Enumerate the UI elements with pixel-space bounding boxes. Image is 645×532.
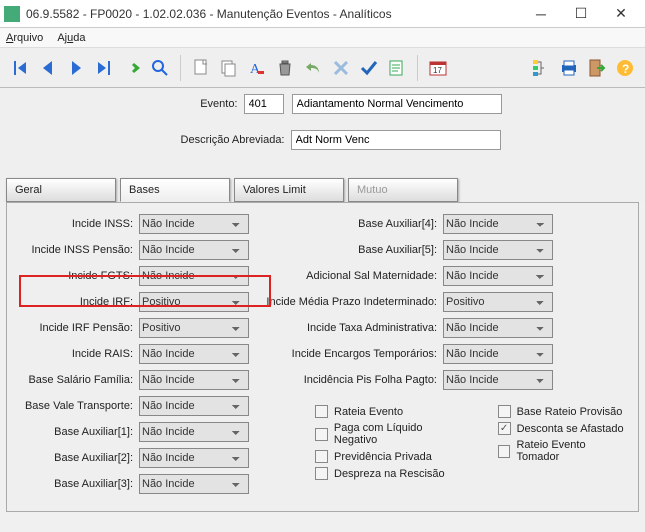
sel-encargos[interactable]: Não Incide	[443, 344, 553, 364]
lbl-adicmat: Adicional Sal Maternidade:	[257, 270, 443, 282]
lbl-inss: Incide INSS:	[15, 218, 139, 230]
evento-desc-input[interactable]	[292, 94, 502, 114]
svg-text:A: A	[250, 62, 261, 77]
sel-aux2[interactable]: Não Incide	[139, 448, 249, 468]
sel-aux3[interactable]: Não Incide	[139, 474, 249, 494]
print-icon[interactable]	[557, 56, 581, 80]
sel-pisfolha[interactable]: Não Incide	[443, 370, 553, 390]
menu-ajuda[interactable]: Ajuda	[57, 32, 85, 44]
sel-salfam[interactable]: Não Incide	[139, 370, 249, 390]
chk-desconta[interactable]: ✓Desconta se Afastado	[498, 422, 630, 435]
lbl-encargos: Incide Encargos Temporários:	[257, 348, 443, 360]
lbl-aux2: Base Auxiliar[2]:	[15, 452, 139, 464]
undo-icon[interactable]	[301, 56, 325, 80]
chk-rateia[interactable]: Rateia Evento	[315, 405, 468, 418]
maximize-button[interactable]: ☐	[561, 2, 601, 26]
sel-rais[interactable]: Não Incide	[139, 344, 249, 364]
delete-icon[interactable]	[273, 56, 297, 80]
sel-aux5[interactable]: Não Incide	[443, 240, 553, 260]
tab-geral[interactable]: Geral	[6, 178, 116, 202]
calendar-icon[interactable]: 17	[426, 56, 450, 80]
nav-first-icon[interactable]	[8, 56, 32, 80]
nav-next-icon[interactable]	[64, 56, 88, 80]
sel-irf[interactable]: Positivo	[139, 292, 249, 312]
lbl-salfam: Base Salário Família:	[15, 374, 139, 386]
window-title: 06.9.5582 - FP0020 - 1.02.02.036 - Manut…	[26, 7, 521, 21]
help-icon[interactable]: ?	[613, 56, 637, 80]
svg-text:?: ?	[622, 62, 629, 76]
lbl-aux4: Base Auxiliar[4]:	[257, 218, 443, 230]
evento-label: Evento:	[44, 98, 244, 110]
descr-input[interactable]	[291, 130, 501, 150]
lbl-aux5: Base Auxiliar[5]:	[257, 244, 443, 256]
cancel-icon[interactable]	[329, 56, 353, 80]
chk-tomador[interactable]: Rateio Evento Tomador	[498, 439, 630, 463]
chk-prevpriv[interactable]: Previdência Privada	[315, 450, 468, 463]
tab-bases[interactable]: Bases	[120, 178, 230, 202]
chk-despreza[interactable]: Despreza na Rescisão	[315, 467, 468, 480]
menu-arquivo[interactable]: Arquivo	[6, 32, 43, 44]
close-button[interactable]: ✕	[601, 2, 641, 26]
sel-taxaadm[interactable]: Não Incide	[443, 318, 553, 338]
app-icon	[4, 6, 20, 22]
lbl-inss-pensao: Incide INSS Pensão:	[15, 244, 139, 256]
tab-valores[interactable]: Valores Limit	[234, 178, 344, 202]
minimize-button[interactable]: ─	[521, 2, 561, 26]
search-icon[interactable]	[148, 56, 172, 80]
confirm-icon[interactable]	[357, 56, 381, 80]
chk-provprov[interactable]: Base Rateio Provisão	[498, 405, 630, 418]
goto-icon[interactable]	[120, 56, 144, 80]
sel-aux1[interactable]: Não Incide	[139, 422, 249, 442]
evento-code-input[interactable]	[244, 94, 284, 114]
font-icon[interactable]: A	[245, 56, 269, 80]
lbl-mediaprazo: Incide Média Prazo Indeterminado:	[257, 296, 443, 308]
lbl-fgts: Incide FGTS:	[15, 270, 139, 282]
chk-liquido[interactable]: Paga com Líquido Negativo	[315, 422, 468, 446]
new-icon[interactable]	[189, 56, 213, 80]
tree-icon[interactable]	[529, 56, 553, 80]
lbl-rais: Incide RAIS:	[15, 348, 139, 360]
lbl-irf: Incide IRF:	[15, 296, 139, 308]
sel-mediaprazo[interactable]: Positivo	[443, 292, 553, 312]
nav-last-icon[interactable]	[92, 56, 116, 80]
notes-icon[interactable]	[385, 56, 409, 80]
descr-label: Descrição Abreviada:	[45, 134, 291, 146]
lbl-pisfolha: Incidência Pis Folha Pagto:	[257, 374, 443, 386]
sel-irf-pensao[interactable]: Positivo	[139, 318, 249, 338]
lbl-irf-pensao: Incide IRF Pensão:	[15, 322, 139, 334]
lbl-valetr: Base Vale Transporte:	[15, 400, 139, 412]
tab-mutuo[interactable]: Mutuo	[348, 178, 458, 202]
lbl-aux1: Base Auxiliar[1]:	[15, 426, 139, 438]
svg-text:17: 17	[433, 66, 442, 75]
sel-inss[interactable]: Não Incide	[139, 214, 249, 234]
sel-aux4[interactable]: Não Incide	[443, 214, 553, 234]
sel-fgts[interactable]: Não Incide	[139, 266, 249, 286]
lbl-aux3: Base Auxiliar[3]:	[15, 478, 139, 490]
sel-inss-pensao[interactable]: Não Incide	[139, 240, 249, 260]
sel-adicmat[interactable]: Não Incide	[443, 266, 553, 286]
sel-valetr[interactable]: Não Incide	[139, 396, 249, 416]
exit-icon[interactable]	[585, 56, 609, 80]
nav-prev-icon[interactable]	[36, 56, 60, 80]
lbl-taxaadm: Incide Taxa Administrativa:	[257, 322, 443, 334]
copy-icon[interactable]	[217, 56, 241, 80]
